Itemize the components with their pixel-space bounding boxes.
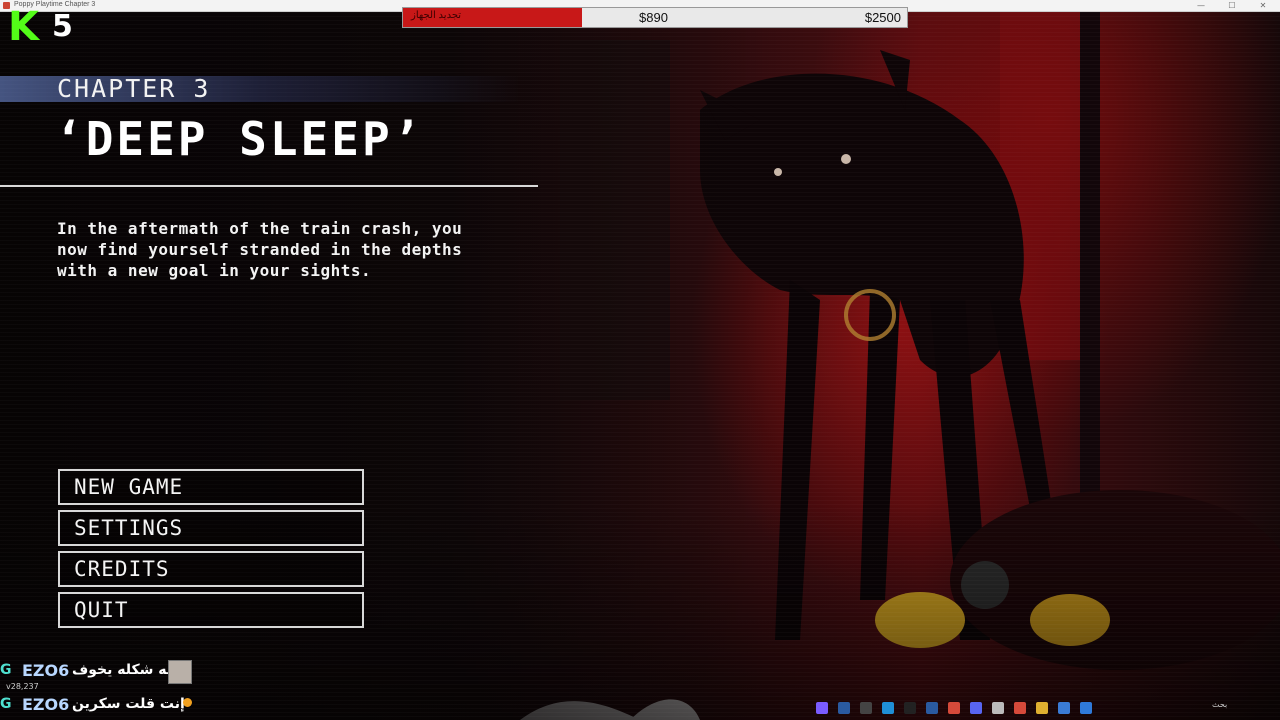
discord-icon[interactable] [970, 702, 982, 714]
store-icon[interactable] [1058, 702, 1070, 714]
avatar [168, 660, 192, 684]
chrome-icon[interactable] [1014, 702, 1026, 714]
kick-logo-icon: K [8, 4, 39, 50]
chat-username: EZO6 [22, 661, 70, 680]
chapter-title: ‘DEEP SLEEP’ [55, 112, 424, 166]
windows-icon[interactable] [1080, 702, 1092, 714]
file-explorer-icon[interactable] [1036, 702, 1048, 714]
donation-goal-bar: تجديد الجهاز $890 $2500 [402, 7, 908, 28]
steam-icon[interactable] [838, 702, 850, 714]
chat-username: EZO6 [22, 695, 70, 714]
chat-message: G EZO6 يمه شكله يخوف v28,237 [0, 660, 300, 691]
steam-icon[interactable] [926, 702, 938, 714]
chat-sub-text: v28,237 [6, 682, 39, 691]
monster-eye-left [774, 168, 782, 176]
wall-panel [560, 40, 670, 400]
toy-yellow-part [875, 592, 965, 648]
chat-badge: G [0, 662, 12, 678]
chapter-description: In the aftermath of the train crash, you… [57, 219, 463, 280]
chat-badge: G [0, 696, 12, 712]
chat-text: إنت قلت سكرين [72, 696, 185, 712]
header-divider [0, 185, 538, 187]
chat-text: يمه شكله يخوف [72, 662, 182, 678]
toy-dark-wheel [961, 561, 1009, 609]
obs-icon[interactable] [860, 702, 872, 714]
weather-icon [183, 698, 192, 707]
cursor-icon[interactable] [992, 702, 1004, 714]
chapter-label: CHAPTER 3 [57, 74, 211, 103]
minimize-button[interactable]: — [1190, 0, 1212, 11]
edge-icon[interactable] [882, 702, 894, 714]
taskbar-search[interactable]: بحث [1212, 700, 1272, 716]
maximize-button[interactable]: ☐ [1221, 0, 1243, 11]
poppy-icon[interactable] [816, 702, 828, 714]
donation-goal: $2500 [864, 10, 901, 25]
monster-eye-right [841, 154, 851, 164]
credits-button[interactable]: CREDITS [58, 551, 364, 587]
close-button[interactable]: ✕ [1252, 0, 1274, 11]
toy-yellow-part-2 [1030, 594, 1110, 646]
settings-button[interactable]: SETTINGS [58, 510, 364, 546]
capcut-icon[interactable] [904, 702, 916, 714]
new-game-button[interactable]: NEW GAME [58, 469, 364, 505]
donation-label: تجديد الجهاز [411, 10, 462, 21]
viewer-count: 5 [52, 9, 73, 44]
donation-current: $890 [639, 10, 668, 25]
chrome-icon[interactable] [948, 702, 960, 714]
taskbar [810, 697, 1280, 720]
floor-smoke [520, 699, 700, 720]
quit-button[interactable]: QUIT [58, 592, 364, 628]
chat-message: G EZO6 إنت قلت سكرين [0, 694, 300, 716]
game-window: Poppy Playtime Chapter 3 — ☐ ✕ تجديد الج… [0, 0, 1280, 720]
